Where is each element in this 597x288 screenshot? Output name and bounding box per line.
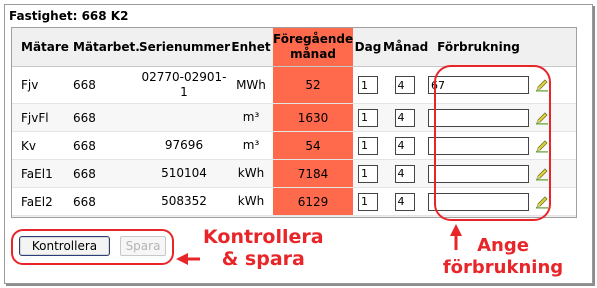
cell-edit [531,159,576,188]
header-unit: Enhet [229,28,273,67]
header-previous-line1: Föregående [273,32,354,46]
cell-serial: 510104 [139,159,229,188]
cell-unit: kWh [229,187,273,216]
pencil-edit-icon[interactable] [535,195,549,209]
header-consumption: Förbrukning [426,28,531,67]
cell-unit: kWh [229,159,273,188]
cell-consumption [426,131,531,160]
cell-edit [531,131,576,160]
month-input[interactable] [394,136,415,155]
cell-meter: FjvFl [12,103,69,132]
cell-unit: m³ [229,131,273,160]
day-input[interactable] [358,108,378,127]
table-row: FaEl2 668 508352 kWh 6129 [12,187,576,216]
header-day: Dag [353,28,383,67]
pencil-edit-icon[interactable] [535,139,549,153]
consumption-input[interactable] [428,164,529,183]
cell-previous: 54 [273,131,353,160]
cell-day [353,159,383,188]
cell-meter: Kv [12,131,69,160]
consumption-input[interactable] [428,192,529,211]
cell-day [353,187,383,216]
cell-month [383,159,426,188]
serial-line2: 1 [180,85,188,99]
header-month: Månad [383,28,428,67]
header-previous-month: Föregående månad [273,28,353,67]
annotation-check-save: Kontrollera & spara [203,226,324,270]
cell-consumption [426,66,531,104]
cell-edit [531,66,576,104]
annotation-check-save-line2: & spara [221,248,305,270]
month-input[interactable] [394,164,415,183]
cell-area: 668 [69,103,139,132]
month-input[interactable] [394,192,415,211]
cell-unit: m³ [229,103,273,132]
cell-meter: FaEl1 [12,159,69,188]
annotation-enter-line1: Ange [477,235,529,256]
cell-area: 668 [69,66,139,104]
consumption-input[interactable] [428,76,529,94]
cell-month [383,187,426,216]
header-previous-line2: månad [290,47,336,61]
cell-consumption [426,187,531,216]
cell-serial: 508352 [139,187,229,216]
cell-month [383,66,426,104]
cell-consumption [426,159,531,188]
table-row: FjvFl 668 m³ 1630 [12,103,576,132]
month-input[interactable] [394,108,415,127]
cell-area: 668 [69,159,139,188]
cell-area: 668 [69,187,139,216]
table-header-row: Mätare Mätarbet. Serienummer Enhet Föreg… [12,28,576,67]
cell-day [353,66,383,104]
month-input[interactable] [394,76,415,94]
cell-meter: Fjv [12,66,69,104]
day-input[interactable] [358,136,378,155]
cell-serial: 02770-02901- 1 [139,66,229,104]
day-input[interactable] [358,192,378,211]
header-spacer [531,28,576,67]
cell-previous: 52 [273,66,353,104]
serial-line1: 02770-02901- [141,70,227,84]
table-row: FaEl1 668 510104 kWh 7184 [12,159,576,188]
cell-previous: 1630 [273,103,353,132]
day-input[interactable] [358,76,378,94]
consumption-input[interactable] [428,136,529,155]
header-serial: Serienummer [139,28,230,67]
cell-month [383,103,426,132]
cell-month [383,131,426,160]
header-meter-area: Mätarbet. [69,28,140,67]
pencil-edit-icon[interactable] [535,78,549,92]
cell-previous: 7184 [273,159,353,188]
header-meter: Mätare [12,28,69,67]
pencil-edit-icon[interactable] [535,167,549,181]
cell-serial [139,103,229,132]
annotation-enter-consumption: Ange förbrukning [438,235,568,279]
cell-unit: MWh [229,66,273,104]
pencil-edit-icon[interactable] [535,111,549,125]
cell-area: 668 [69,131,139,160]
consumption-input[interactable] [428,108,529,127]
table-row: Kv 668 97696 m³ 54 [12,131,576,160]
table-row: Fjv 668 02770-02901- 1 MWh 52 [12,66,576,104]
cell-consumption [426,103,531,132]
save-button[interactable]: Spara [120,236,166,256]
meter-table: Mätare Mätarbet. Serienummer Enhet Föreg… [12,28,576,216]
annotation-check-save-line1: Kontrollera [203,226,324,248]
cell-day [353,131,383,160]
property-title: Fastighet: 668 K2 [9,9,129,23]
day-input[interactable] [358,164,378,183]
cell-day [353,103,383,132]
cell-previous: 6129 [273,187,353,216]
cell-serial: 97696 [139,131,229,160]
cell-edit [531,187,576,216]
check-button[interactable]: Kontrollera [19,236,110,256]
cell-edit [531,103,576,132]
annotation-enter-line2: förbrukning [442,257,564,278]
cell-meter: FaEl2 [12,187,69,216]
meter-grid: Mätare Mätarbet. Serienummer Enhet Föreg… [11,27,577,218]
